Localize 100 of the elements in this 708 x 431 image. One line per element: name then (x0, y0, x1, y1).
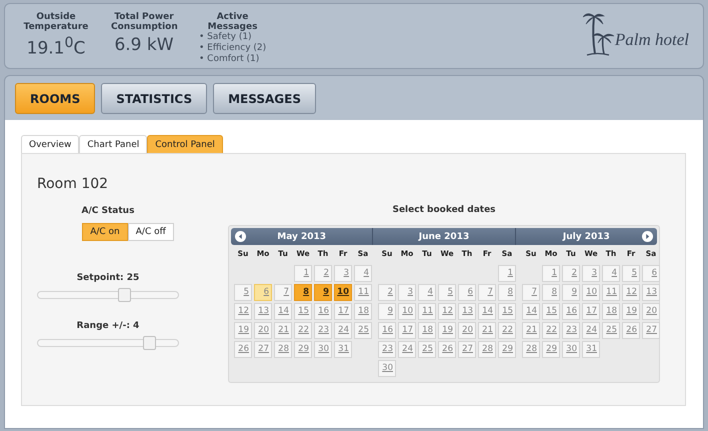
day-cell[interactable]: 4 (602, 265, 620, 282)
day-cell[interactable]: 15 (498, 303, 516, 320)
day-cell[interactable]: 29 (542, 341, 560, 358)
day-cell[interactable]: 23 (562, 322, 580, 339)
day-cell[interactable]: 15 (542, 303, 560, 320)
day-cell[interactable]: 14 (274, 303, 292, 320)
day-cell[interactable]: 22 (498, 322, 516, 339)
day-cell[interactable]: 22 (294, 322, 312, 339)
day-cell[interactable]: 6 (254, 284, 272, 301)
day-cell[interactable]: 8 (542, 284, 560, 301)
day-cell[interactable]: 14 (522, 303, 540, 320)
nav-tab[interactable]: ROOMS (15, 83, 96, 114)
day-cell[interactable]: 24 (582, 322, 600, 339)
nav-tab[interactable]: MESSAGES (213, 83, 316, 114)
day-cell[interactable]: 10 (398, 303, 416, 320)
day-cell[interactable]: 2 (562, 265, 580, 282)
day-cell[interactable]: 27 (254, 341, 272, 358)
day-cell[interactable]: 28 (478, 341, 496, 358)
day-cell[interactable]: 20 (254, 322, 272, 339)
day-cell[interactable]: 16 (562, 303, 580, 320)
day-cell[interactable]: 7 (274, 284, 292, 301)
day-cell[interactable]: 18 (602, 303, 620, 320)
slider-thumb[interactable] (118, 288, 131, 302)
ac-toggle-button[interactable]: A/C off (128, 223, 174, 241)
panel-tab[interactable]: Control Panel (147, 135, 223, 153)
slider[interactable] (37, 291, 179, 299)
day-cell[interactable]: 25 (354, 322, 372, 339)
day-cell[interactable]: 16 (378, 322, 396, 339)
day-cell[interactable]: 1 (542, 265, 560, 282)
day-cell[interactable]: 5 (622, 265, 640, 282)
day-cell[interactable]: 26 (234, 341, 252, 358)
ac-toggle-button[interactable]: A/C on (82, 223, 128, 241)
day-cell[interactable]: 7 (478, 284, 496, 301)
next-icon[interactable] (642, 231, 653, 242)
day-cell[interactable]: 10 (334, 284, 352, 301)
day-cell[interactable]: 1 (294, 265, 312, 282)
panel-tab[interactable]: Chart Panel (79, 135, 148, 153)
day-cell[interactable]: 20 (458, 322, 476, 339)
day-cell[interactable]: 15 (294, 303, 312, 320)
day-cell[interactable]: 28 (274, 341, 292, 358)
day-cell[interactable]: 17 (334, 303, 352, 320)
day-cell[interactable]: 5 (438, 284, 456, 301)
day-cell[interactable]: 5 (234, 284, 252, 301)
day-cell[interactable]: 12 (234, 303, 252, 320)
day-cell[interactable]: 26 (438, 341, 456, 358)
day-cell[interactable]: 13 (458, 303, 476, 320)
day-cell[interactable]: 31 (582, 341, 600, 358)
day-cell[interactable]: 21 (478, 322, 496, 339)
day-cell[interactable]: 23 (314, 322, 332, 339)
day-cell[interactable]: 23 (378, 341, 396, 358)
day-cell[interactable]: 25 (418, 341, 436, 358)
day-cell[interactable]: 24 (334, 322, 352, 339)
day-cell[interactable]: 19 (234, 322, 252, 339)
day-cell[interactable]: 4 (354, 265, 372, 282)
day-cell[interactable]: 20 (642, 303, 660, 320)
day-cell[interactable]: 13 (254, 303, 272, 320)
day-cell[interactable]: 29 (498, 341, 516, 358)
day-cell[interactable]: 6 (642, 265, 660, 282)
day-cell[interactable]: 22 (542, 322, 560, 339)
previous-icon[interactable] (235, 231, 246, 242)
day-cell[interactable]: 18 (418, 322, 436, 339)
day-cell[interactable]: 9 (314, 284, 332, 301)
day-cell[interactable]: 11 (418, 303, 436, 320)
day-cell[interactable]: 16 (314, 303, 332, 320)
day-cell[interactable]: 3 (334, 265, 352, 282)
day-cell[interactable]: 30 (314, 341, 332, 358)
day-cell[interactable]: 13 (642, 284, 660, 301)
day-cell[interactable]: 12 (438, 303, 456, 320)
day-cell[interactable]: 1 (498, 265, 516, 282)
day-cell[interactable]: 3 (582, 265, 600, 282)
day-cell[interactable]: 17 (398, 322, 416, 339)
day-cell[interactable]: 9 (562, 284, 580, 301)
day-cell[interactable]: 14 (478, 303, 496, 320)
day-cell[interactable]: 4 (418, 284, 436, 301)
day-cell[interactable]: 3 (398, 284, 416, 301)
slider[interactable] (37, 339, 179, 347)
slider-thumb[interactable] (143, 336, 156, 350)
day-cell[interactable]: 19 (438, 322, 456, 339)
day-cell[interactable]: 18 (354, 303, 372, 320)
day-cell[interactable]: 19 (622, 303, 640, 320)
day-cell[interactable]: 24 (398, 341, 416, 358)
day-cell[interactable]: 17 (582, 303, 600, 320)
day-cell[interactable]: 8 (498, 284, 516, 301)
day-cell[interactable]: 26 (622, 322, 640, 339)
day-cell[interactable]: 25 (602, 322, 620, 339)
day-cell[interactable]: 2 (314, 265, 332, 282)
day-cell[interactable]: 27 (458, 341, 476, 358)
nav-tab[interactable]: STATISTICS (101, 83, 208, 114)
day-cell[interactable]: 21 (274, 322, 292, 339)
day-cell[interactable]: 31 (334, 341, 352, 358)
day-cell[interactable]: 27 (642, 322, 660, 339)
day-cell[interactable]: 7 (522, 284, 540, 301)
day-cell[interactable]: 2 (378, 284, 396, 301)
day-cell[interactable]: 28 (522, 341, 540, 358)
day-cell[interactable]: 10 (582, 284, 600, 301)
day-cell[interactable]: 21 (522, 322, 540, 339)
day-cell[interactable]: 12 (622, 284, 640, 301)
day-cell[interactable]: 8 (294, 284, 312, 301)
day-cell[interactable]: 29 (294, 341, 312, 358)
day-cell[interactable]: 11 (602, 284, 620, 301)
